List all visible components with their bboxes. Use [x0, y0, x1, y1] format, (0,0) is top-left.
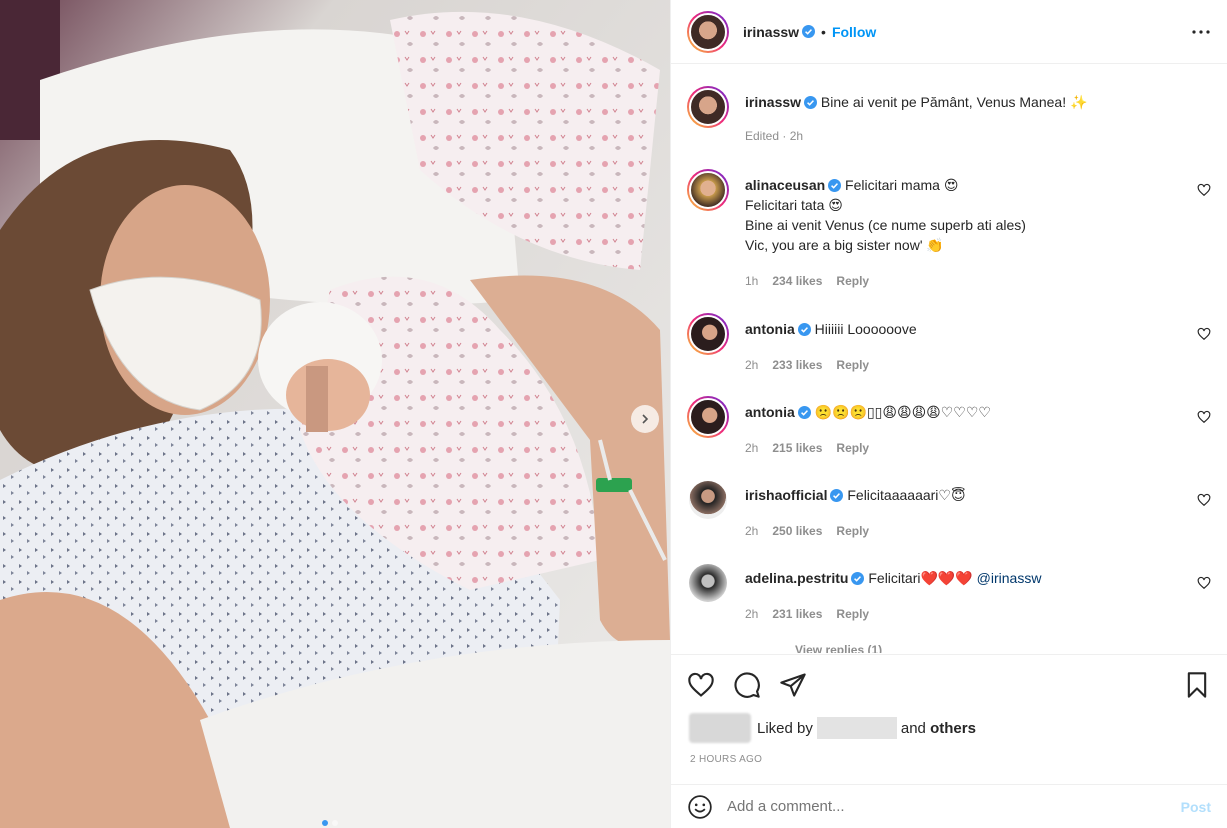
- comment-time: 2h: [745, 524, 759, 538]
- post-actions: Liked by and others 2 HOURS AGO: [671, 654, 1227, 765]
- comment-time: 2h: [745, 441, 759, 455]
- caption-text: Bine ai venit pe Pământ, Venus Manea! ✨: [820, 94, 1088, 110]
- comment-likes[interactable]: 231 likes: [772, 604, 822, 624]
- like-heart-icon[interactable]: [687, 671, 715, 699]
- comment-line: Bine ai venit Venus (ce nume superb ati …: [745, 217, 1026, 233]
- comment-input[interactable]: [727, 798, 1181, 815]
- and-label: and: [900, 719, 926, 737]
- like-comment-heart-icon[interactable]: [1197, 576, 1211, 590]
- verified-badge-icon: [830, 489, 844, 502]
- liked-by-label: Liked by: [757, 719, 813, 737]
- commenter-avatar[interactable]: [689, 481, 727, 519]
- comment-item: antonia Hiiiiii Loooooove 2h 233 likes R…: [687, 313, 1211, 375]
- comment-line: Felicitari mama 😍: [845, 177, 959, 193]
- like-comment-heart-icon[interactable]: [1197, 183, 1211, 197]
- verified-badge-icon: [797, 406, 811, 419]
- follow-button[interactable]: Follow: [832, 24, 876, 40]
- reply-button[interactable]: Reply: [836, 604, 869, 624]
- caption-avatar[interactable]: [687, 86, 729, 128]
- comment-likes[interactable]: 234 likes: [772, 271, 822, 291]
- comment-item: irishaofficial Felicitaaaaaari♡😇 2h 250 …: [687, 479, 1211, 541]
- comment-line: Felicitari tata 😍: [745, 197, 843, 213]
- chevron-right-icon: [642, 414, 649, 424]
- post-header: irinassw • Follow: [671, 0, 1227, 64]
- comment-item: adelina.pestritu Felicitari❤️❤️❤️ @irina…: [687, 562, 1211, 624]
- comment-username[interactable]: adelina.pestritu: [745, 570, 848, 586]
- carousel-dot: [322, 820, 328, 826]
- comment-line: Felicitaaaaaari♡😇: [847, 487, 966, 503]
- comment-time: 1h: [745, 274, 759, 288]
- comment-username[interactable]: antonia: [745, 321, 795, 337]
- carousel-indicator: [322, 820, 338, 826]
- liked-by-row[interactable]: Liked by and others: [689, 713, 976, 743]
- like-comment-heart-icon[interactable]: [1197, 327, 1211, 341]
- liker-avatars-blurred: [689, 713, 751, 743]
- post-comment-button[interactable]: Post: [1181, 799, 1211, 815]
- comment-time: 2h: [745, 358, 759, 372]
- verified-badge-icon: [797, 323, 811, 336]
- post-caption: irinassw Bine ai venit pe Pământ, Venus …: [687, 86, 1211, 146]
- comment-username[interactable]: irishaofficial: [745, 487, 827, 503]
- next-photo-button[interactable]: [631, 405, 659, 433]
- emoji-smile-icon[interactable]: [687, 794, 713, 820]
- more-options-icon[interactable]: [1189, 20, 1213, 44]
- caption-meta: Edited · 2h: [745, 129, 804, 143]
- commenter-avatar[interactable]: [687, 313, 729, 355]
- post-timestamp[interactable]: 2 HOURS AGO: [690, 754, 762, 765]
- verified-badge-icon: [851, 572, 865, 585]
- author-username[interactable]: irinassw: [743, 24, 799, 40]
- comment-time: 2h: [745, 607, 759, 621]
- mention-link[interactable]: @irinassw: [977, 570, 1042, 586]
- comment-likes[interactable]: 215 likes: [772, 438, 822, 458]
- comment-line: Vic, you are a big sister now' 👏: [745, 237, 944, 253]
- comment-line: Hiiiiii Loooooove: [814, 321, 917, 337]
- comment-item: antonia 🙁🙁🙁▯▯😩😩😩😩♡♡♡♡ 2h 215 likes Reply: [687, 396, 1211, 458]
- header-separator: •: [821, 23, 826, 40]
- reply-button[interactable]: Reply: [836, 271, 869, 291]
- comment-username[interactable]: antonia: [745, 404, 795, 420]
- comments-list[interactable]: irinassw Bine ai venit pe Pământ, Venus …: [671, 65, 1227, 653]
- comment-likes[interactable]: 233 likes: [772, 355, 822, 375]
- hospital-selfie-image: [0, 0, 670, 828]
- like-comment-heart-icon[interactable]: [1197, 493, 1211, 507]
- post-photo[interactable]: [0, 0, 670, 828]
- reply-button[interactable]: Reply: [836, 521, 869, 541]
- comment-line: 🙁🙁🙁▯▯😩😩😩😩♡♡♡♡: [814, 404, 991, 420]
- comment-line: Felicitari❤️❤️❤️: [868, 570, 977, 586]
- verified-badge-icon: [804, 96, 818, 109]
- others-link[interactable]: others: [930, 720, 976, 737]
- like-comment-heart-icon[interactable]: [1197, 410, 1211, 424]
- reply-button[interactable]: Reply: [836, 355, 869, 375]
- commenter-avatar[interactable]: [687, 169, 729, 211]
- share-paper-plane-icon[interactable]: [779, 671, 807, 699]
- commenter-avatar[interactable]: [687, 396, 729, 438]
- post-dialog: irinassw • Follow irinassw Bine ai venit…: [0, 0, 1227, 828]
- reply-button[interactable]: Reply: [836, 438, 869, 458]
- caption-username[interactable]: irinassw: [745, 94, 801, 110]
- post-side-panel: irinassw • Follow irinassw Bine ai venit…: [670, 0, 1227, 828]
- comment-likes[interactable]: 250 likes: [772, 521, 822, 541]
- verified-badge-icon: [828, 179, 842, 192]
- comment-bubble-icon[interactable]: [733, 671, 761, 699]
- author-avatar[interactable]: [687, 10, 729, 53]
- commenter-avatar[interactable]: [689, 564, 727, 602]
- carousel-dot: [332, 820, 338, 826]
- add-comment-bar: Post: [671, 784, 1227, 828]
- liker-name-blurred: [816, 717, 897, 739]
- view-replies-link[interactable]: View replies (1): [795, 643, 882, 653]
- comment-item: alinaceusan Felicitari mama 😍 Felicitari…: [687, 169, 1211, 291]
- save-bookmark-icon[interactable]: [1183, 671, 1211, 699]
- comment-username[interactable]: alinaceusan: [745, 177, 825, 193]
- verified-badge-icon: [802, 25, 816, 38]
